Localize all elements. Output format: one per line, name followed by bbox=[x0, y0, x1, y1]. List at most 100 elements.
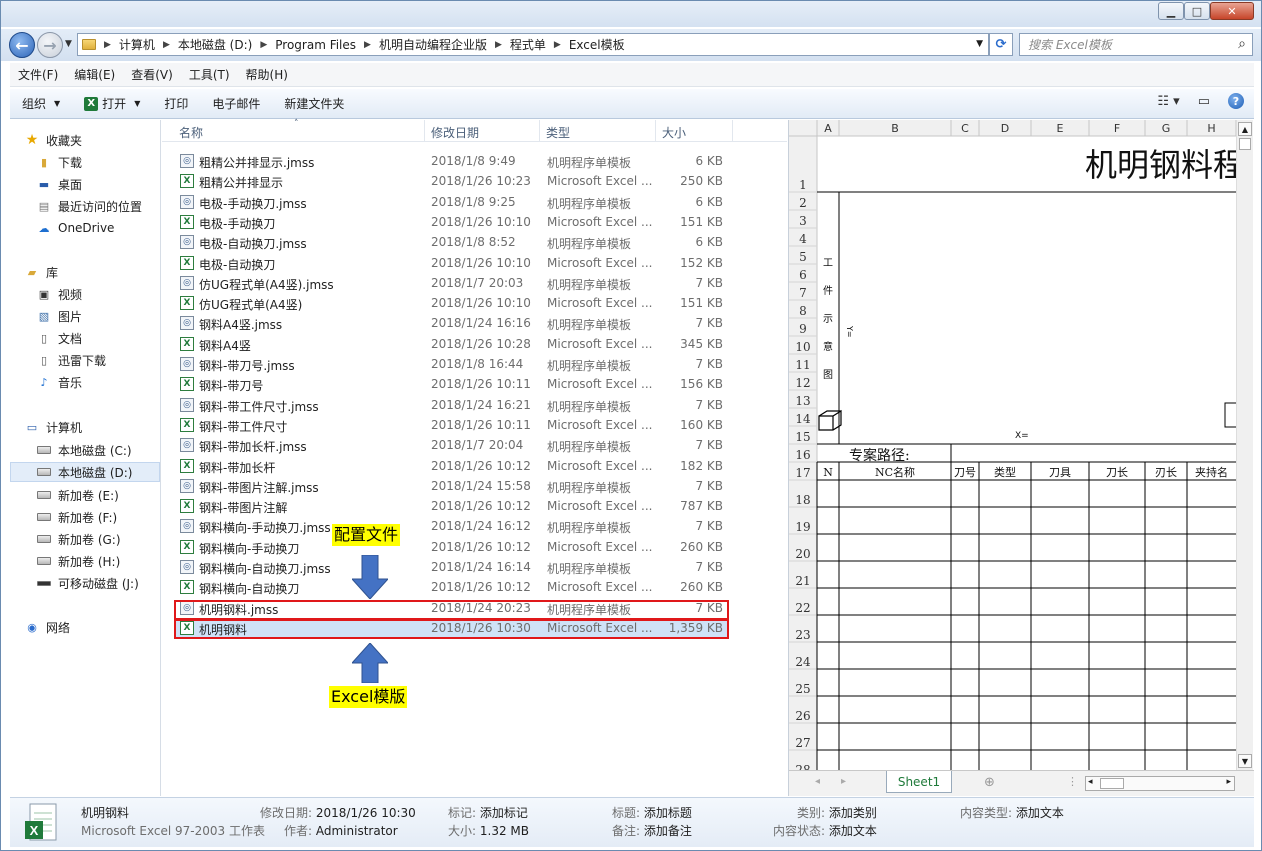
menu-tools[interactable]: 工具(T) bbox=[181, 66, 238, 83]
view-options-icon[interactable]: ☷ ▾ bbox=[1157, 94, 1179, 109]
row-number[interactable]: 11 bbox=[795, 358, 810, 372]
nav-favorites[interactable]: ★ 收藏夹 bbox=[24, 130, 174, 150]
nav-drive-d[interactable]: 本地磁盘 (D:) bbox=[10, 462, 160, 482]
horizontal-scrollbar[interactable]: ◂ ▸ bbox=[1085, 776, 1235, 791]
breadcrumb-drive-d[interactable]: 本地磁盘 (D:) bbox=[178, 36, 252, 53]
column-date[interactable]: 修改日期 bbox=[431, 124, 479, 141]
row-number[interactable]: 26 bbox=[795, 709, 810, 723]
row-number[interactable]: 5 bbox=[799, 250, 807, 264]
breadcrumb-program-files[interactable]: Program Files bbox=[275, 38, 356, 52]
row-number[interactable]: 15 bbox=[795, 430, 810, 444]
row-number[interactable]: 7 bbox=[799, 286, 807, 300]
file-row[interactable]: X 电极-手动换刀 2018/1/26 10:10 Microsoft Excel .… bbox=[175, 212, 728, 232]
row-number[interactable]: 17 bbox=[795, 466, 810, 480]
preview-pane-icon[interactable]: ▭ bbox=[1198, 94, 1210, 109]
row-number[interactable]: 24 bbox=[795, 655, 811, 669]
column-letter[interactable]: E bbox=[1057, 122, 1064, 135]
split-handle-icon[interactable]: ⋮ bbox=[1067, 775, 1078, 788]
column-letter[interactable]: F bbox=[1114, 122, 1120, 135]
column-divider[interactable] bbox=[424, 120, 425, 142]
row-number[interactable]: 9 bbox=[799, 322, 807, 336]
breadcrumb-jiming[interactable]: 机明自动编程企业版 bbox=[379, 36, 487, 53]
row-number[interactable]: 23 bbox=[795, 628, 810, 642]
tab-scroll-right-icon[interactable]: ▸ bbox=[841, 776, 846, 787]
row-number[interactable]: 3 bbox=[799, 214, 807, 228]
row-number[interactable]: 2 bbox=[799, 196, 807, 210]
breadcrumb-chengshidan[interactable]: 程式单 bbox=[510, 36, 546, 53]
forward-button[interactable]: → bbox=[37, 32, 63, 58]
h-scroll-thumb[interactable] bbox=[1100, 778, 1124, 789]
menu-file[interactable]: 文件(F) bbox=[10, 66, 66, 83]
column-size[interactable]: 大小 bbox=[662, 124, 686, 141]
vertical-scrollbar[interactable]: ▲ ▼ bbox=[1236, 120, 1253, 770]
nav-computer[interactable]: ▭ 计算机 bbox=[24, 417, 174, 437]
sheet-tab-sheet1[interactable]: Sheet1 bbox=[886, 771, 952, 793]
open-button[interactable]: X 打开 ▼ bbox=[72, 95, 152, 112]
file-row[interactable]: ◎ 钢料-带加长杆.jmss 2018/1/7 20:04 机明程序单模板 7 KB bbox=[175, 435, 728, 455]
row-number[interactable]: 13 bbox=[795, 394, 810, 408]
menu-edit[interactable]: 编辑(E) bbox=[66, 66, 123, 83]
breadcrumb-computer[interactable]: 计算机 bbox=[119, 36, 155, 53]
nav-library[interactable]: ▰ 库 bbox=[24, 262, 174, 282]
detail-cat-value[interactable]: 添加类别 bbox=[829, 806, 877, 820]
row-number[interactable]: 1 bbox=[799, 178, 807, 192]
file-row[interactable]: ◎ 钢料横向-自动换刀.jmss 2018/1/24 16:14 机明程序单模板 7 K… bbox=[175, 557, 728, 577]
history-dropdown[interactable]: ▼ bbox=[65, 39, 72, 49]
column-letter[interactable]: A bbox=[824, 122, 832, 135]
file-row[interactable]: ◎ 钢料横向-手动换刀.jmss 2018/1/24 16:12 机明程序单模板 7 K… bbox=[175, 516, 728, 536]
file-row[interactable]: X 钢料横向-手动换刀 2018/1/26 10:12 Microsoft Excel… bbox=[175, 537, 728, 557]
file-row[interactable]: ◎ 仿UG程式单(A4竖).jmss 2018/1/7 20:03 机明程序单模板 7 … bbox=[175, 273, 728, 293]
detail-title-value[interactable]: 添加标题 bbox=[644, 806, 692, 820]
column-letter[interactable]: C bbox=[961, 122, 969, 135]
column-divider[interactable] bbox=[732, 120, 733, 142]
file-row[interactable]: X 钢料-带图片注解 2018/1/26 10:12 Microsoft Excel … bbox=[175, 496, 728, 516]
file-row[interactable]: ◎ 钢料-带工件尺寸.jmss 2018/1/24 16:21 机明程序单模板 7 KB bbox=[175, 395, 728, 415]
nav-network[interactable]: ◉ 网络 bbox=[24, 617, 174, 637]
detail-author-value[interactable]: Administrator bbox=[316, 824, 398, 838]
row-number[interactable]: 10 bbox=[795, 340, 810, 354]
file-row[interactable]: ◎ 电极-自动换刀.jmss 2018/1/8 8:52 机明程序单模板 6 KB bbox=[175, 232, 728, 252]
file-row[interactable]: X 钢料-带加长杆 2018/1/26 10:12 Microsoft Excel .… bbox=[175, 456, 728, 476]
row-number[interactable]: 18 bbox=[795, 493, 810, 507]
scroll-right-icon[interactable]: ▸ bbox=[1226, 777, 1231, 787]
tab-scroll-left-icon[interactable]: ◂ bbox=[815, 776, 820, 787]
help-icon[interactable]: ? bbox=[1228, 93, 1244, 109]
scroll-left-icon[interactable]: ◂ bbox=[1088, 777, 1093, 787]
organize-button[interactable]: 组织 ▼ bbox=[10, 95, 72, 112]
row-number[interactable]: 20 bbox=[795, 547, 810, 561]
new-folder-button[interactable]: 新建文件夹 bbox=[272, 95, 356, 112]
row-number[interactable]: 28 bbox=[795, 763, 810, 770]
address-bar[interactable]: ▶ 计算机 ▶ 本地磁盘 (D:) ▶ Program Files ▶ 机明自动… bbox=[77, 33, 989, 56]
column-letter[interactable]: D bbox=[1001, 122, 1009, 135]
row-number[interactable]: 27 bbox=[795, 736, 810, 750]
file-row[interactable]: X 钢料A4竖 2018/1/26 10:28 Microsoft Excel ...… bbox=[175, 334, 728, 354]
refresh-button[interactable]: ⟳ bbox=[989, 33, 1013, 56]
search-input[interactable]: 搜索 Excel模板 ⌕ bbox=[1019, 33, 1253, 56]
row-number[interactable]: 14 bbox=[795, 412, 811, 426]
row-number[interactable]: 21 bbox=[795, 574, 810, 588]
row-number[interactable]: 8 bbox=[799, 304, 807, 318]
row-number[interactable]: 22 bbox=[795, 601, 810, 615]
scroll-down-icon[interactable]: ▼ bbox=[1238, 754, 1252, 768]
column-type[interactable]: 类型 bbox=[546, 124, 570, 141]
file-row[interactable]: X 钢料-带刀号 2018/1/26 10:11 Microsoft Excel ..… bbox=[175, 374, 728, 394]
detail-status-value[interactable]: 添加文本 bbox=[829, 824, 877, 838]
file-row[interactable]: ◎ 电极-手动换刀.jmss 2018/1/8 9:25 机明程序单模板 6 KB bbox=[175, 192, 728, 212]
minimize-button[interactable]: ▁ bbox=[1158, 2, 1184, 20]
scroll-thumb[interactable] bbox=[1239, 138, 1251, 150]
close-button[interactable]: ✕ bbox=[1210, 2, 1254, 20]
column-name[interactable]: 名称 bbox=[179, 124, 203, 141]
column-letter[interactable]: G bbox=[1162, 122, 1171, 135]
row-number[interactable]: 16 bbox=[795, 448, 810, 462]
breadcrumb-excel-template[interactable]: Excel模板 bbox=[569, 36, 625, 53]
file-row[interactable]: ◎ 钢料-带刀号.jmss 2018/1/8 16:44 机明程序单模板 7 KB bbox=[175, 354, 728, 374]
row-number[interactable]: 19 bbox=[795, 520, 810, 534]
file-row[interactable]: X 仿UG程式单(A4竖) 2018/1/26 10:10 Microsoft Exc… bbox=[175, 293, 728, 313]
file-row[interactable]: ◎ 钢料A4竖.jmss 2018/1/24 16:16 机明程序单模板 7 KB bbox=[175, 313, 728, 333]
add-sheet-icon[interactable]: ⊕ bbox=[984, 775, 995, 790]
maximize-button[interactable]: □ bbox=[1184, 2, 1210, 20]
detail-ctype-value[interactable]: 添加文本 bbox=[1016, 806, 1064, 820]
chevron-down-icon[interactable]: ▼ bbox=[976, 39, 983, 49]
menu-view[interactable]: 查看(V) bbox=[123, 66, 181, 83]
back-button[interactable]: ← bbox=[9, 32, 35, 58]
